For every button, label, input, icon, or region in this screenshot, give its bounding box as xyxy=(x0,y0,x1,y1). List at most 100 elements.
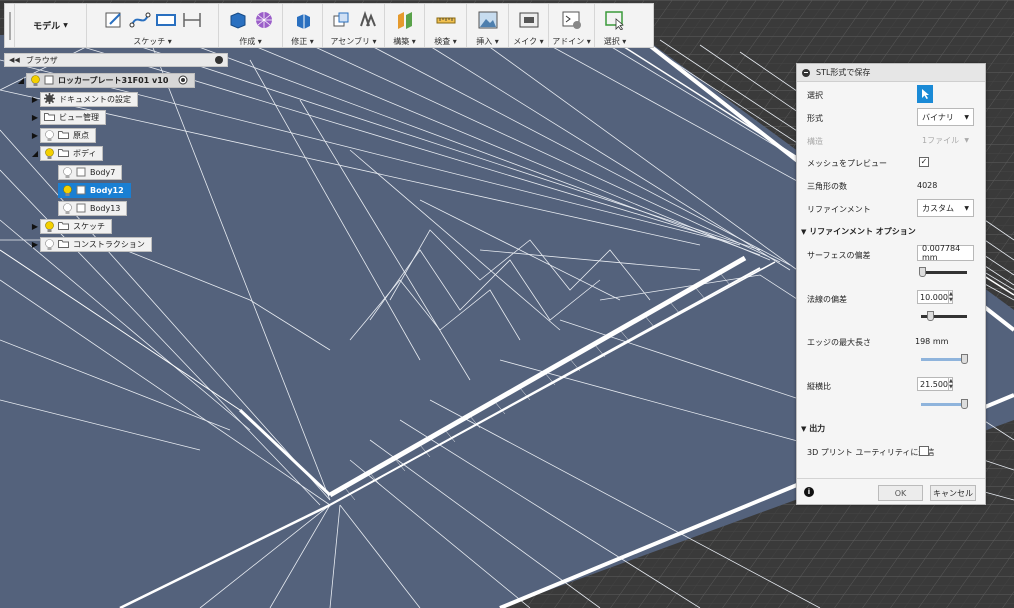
tree-item-body12[interactable]: Body12 xyxy=(58,183,131,198)
max-edge-length-slider[interactable] xyxy=(921,354,968,364)
cursor-arrow-icon xyxy=(921,89,929,99)
tree-item-named-views[interactable]: ▶ ビュー管理 xyxy=(30,110,106,125)
joint-icon[interactable] xyxy=(356,9,378,31)
tree-item-body13[interactable]: Body13 xyxy=(58,201,128,216)
form-icon[interactable] xyxy=(253,9,275,31)
slider-thumb[interactable] xyxy=(961,399,968,409)
main-toolbar: モデル ▼ スケッチ ▾ 作成 ▾ 修正 ▾ アセンブリ ▾ 構築 ▾ 検査 ▾… xyxy=(4,3,654,48)
visibility-bulb-icon[interactable] xyxy=(44,220,54,233)
insert-image-icon[interactable] xyxy=(477,9,499,31)
normal-deviation-slider[interactable] xyxy=(921,311,967,321)
slider-thumb[interactable] xyxy=(961,354,968,364)
workspace-mode-dropdown[interactable]: モデル ▼ xyxy=(15,4,87,47)
visibility-bulb-icon[interactable] xyxy=(62,184,72,197)
collapse-arrow-icon[interactable]: ◢ xyxy=(16,73,26,88)
measure-icon[interactable] xyxy=(435,9,457,31)
visibility-bulb-icon[interactable] xyxy=(30,74,40,87)
expand-arrow-icon[interactable]: ▶ xyxy=(30,110,40,125)
normal-deviation-spinner[interactable]: 10.000 ▲ ▼ xyxy=(917,290,953,304)
visibility-bulb-icon[interactable] xyxy=(44,129,54,142)
press-pull-icon[interactable] xyxy=(292,9,314,31)
toolbar-group-construct[interactable]: 構築 ▾ xyxy=(385,4,425,47)
tree-item-body7[interactable]: Body7 xyxy=(58,165,123,180)
create-sketch-icon[interactable] xyxy=(103,9,125,31)
send-to-print-utility-checkbox[interactable] xyxy=(919,446,929,456)
slider-thumb[interactable] xyxy=(927,311,934,321)
tree-item-document-settings[interactable]: ▶ ドキュメントの設定 xyxy=(30,92,138,107)
spinner-arrows-icon[interactable]: ▲ ▼ xyxy=(948,378,953,390)
slider-thumb[interactable] xyxy=(919,267,926,277)
ok-button[interactable]: OK xyxy=(878,485,923,501)
toolbar-group-select[interactable]: 選択 ▾ xyxy=(595,4,635,47)
rectangle-icon[interactable] xyxy=(155,9,177,31)
expand-arrow-icon[interactable]: ▶ xyxy=(30,219,40,234)
toolbar-group-sketch[interactable]: スケッチ ▾ xyxy=(87,4,219,47)
offset-plane-icon[interactable] xyxy=(394,9,416,31)
toolbar-group-inspect[interactable]: 検査 ▾ xyxy=(425,4,467,47)
visibility-bulb-icon[interactable] xyxy=(44,147,54,160)
format-dropdown[interactable]: バイナリ ▼ xyxy=(917,108,974,126)
group-label-modify: 修正 xyxy=(291,37,308,46)
cancel-label: キャンセル xyxy=(933,488,973,498)
selection-button[interactable] xyxy=(917,85,933,103)
group-label-addins: アドイン xyxy=(552,37,585,46)
browser-panel-header[interactable]: ◀◀ ブラウザ xyxy=(4,53,228,67)
toolbar-group-make[interactable]: メイク ▾ xyxy=(509,4,549,47)
surface-deviation-input[interactable]: 0.007784 mm xyxy=(917,244,974,262)
spline-icon[interactable] xyxy=(129,9,151,31)
aspect-ratio-spinner[interactable]: 21.500 ▲ ▼ xyxy=(917,377,953,391)
info-icon[interactable]: i xyxy=(804,487,814,497)
surface-deviation-slider[interactable] xyxy=(919,267,967,277)
visibility-bulb-icon[interactable] xyxy=(44,238,54,251)
visibility-bulb-icon[interactable] xyxy=(62,202,72,215)
structure-value: 1ファイル xyxy=(922,135,960,145)
tree-item-origin[interactable]: ▶ 原点 xyxy=(30,128,96,143)
aspect-ratio-label: 縦横比 xyxy=(807,382,831,391)
dialog-title-bar[interactable]: STL形式で保存 xyxy=(797,64,985,82)
tree-item-bodies[interactable]: ◢ ボディ xyxy=(30,146,104,161)
expand-arrow-icon[interactable]: ▶ xyxy=(30,128,40,143)
scripts-addins-icon[interactable] xyxy=(561,9,583,31)
group-label-sketch: スケッチ xyxy=(133,37,166,46)
surface-deviation-value: 0.007784 mm xyxy=(922,244,961,262)
panel-options-icon[interactable] xyxy=(215,56,223,64)
max-edge-length-label: エッジの最大長さ xyxy=(807,338,871,347)
expand-arrow-icon[interactable]: ▶ xyxy=(30,92,40,107)
toolbar-group-assembly[interactable]: アセンブリ ▾ xyxy=(323,4,385,47)
toolbar-group-addins[interactable]: アドイン ▾ xyxy=(549,4,595,47)
cancel-button[interactable]: キャンセル xyxy=(930,485,976,501)
toolbar-group-modify[interactable]: 修正 ▾ xyxy=(283,4,323,47)
dimension-icon[interactable] xyxy=(181,9,203,31)
output-section[interactable]: ▼ 出力 xyxy=(801,423,825,434)
tree-item-sketches[interactable]: ▶ スケッチ xyxy=(30,219,112,234)
expand-arrow-icon[interactable]: ▶ xyxy=(30,237,40,252)
folder-icon xyxy=(58,130,69,141)
format-value: バイナリ xyxy=(922,112,954,122)
toolbar-group-insert[interactable]: 挿入 ▾ xyxy=(467,4,509,47)
toolbar-group-create[interactable]: 作成 ▾ xyxy=(219,4,283,47)
refinement-options-title: リファインメント オプション xyxy=(809,227,916,236)
spinner-arrows-icon[interactable]: ▲ ▼ xyxy=(948,291,953,303)
collapse-panel-icon[interactable]: ◀◀ xyxy=(9,56,20,64)
normal-deviation-value: 10.000 xyxy=(920,292,948,302)
gear-icon xyxy=(44,93,55,106)
max-edge-length-value[interactable]: 198 mm xyxy=(915,337,948,346)
collapse-arrow-icon[interactable]: ◢ xyxy=(30,146,40,161)
dialog-collapse-icon[interactable] xyxy=(802,68,810,77)
tree-item-root[interactable]: ◢ ロッカープレート31F01 v10 xyxy=(16,73,196,88)
select-icon[interactable] xyxy=(604,9,626,31)
new-component-icon[interactable] xyxy=(330,9,352,31)
send-to-print-utility-label: 3D プリント ユーティリティに送信 xyxy=(807,448,935,457)
refinement-dropdown[interactable]: カスタム ▼ xyxy=(917,199,974,217)
toolbar-grip[interactable] xyxy=(5,4,15,47)
preview-mesh-checkbox[interactable]: ✓ xyxy=(919,157,929,167)
activate-radio-icon[interactable] xyxy=(178,75,188,87)
box-icon[interactable] xyxy=(227,9,249,31)
aspect-ratio-slider[interactable] xyxy=(921,399,968,409)
folder-icon xyxy=(58,221,69,232)
3d-print-icon[interactable] xyxy=(518,9,540,31)
section-collapse-icon: ▼ xyxy=(801,425,807,433)
refinement-options-section[interactable]: ▼ リファインメント オプション xyxy=(801,226,916,237)
tree-item-construction[interactable]: ▶ コンストラクション xyxy=(30,237,152,252)
visibility-bulb-icon[interactable] xyxy=(62,166,72,179)
